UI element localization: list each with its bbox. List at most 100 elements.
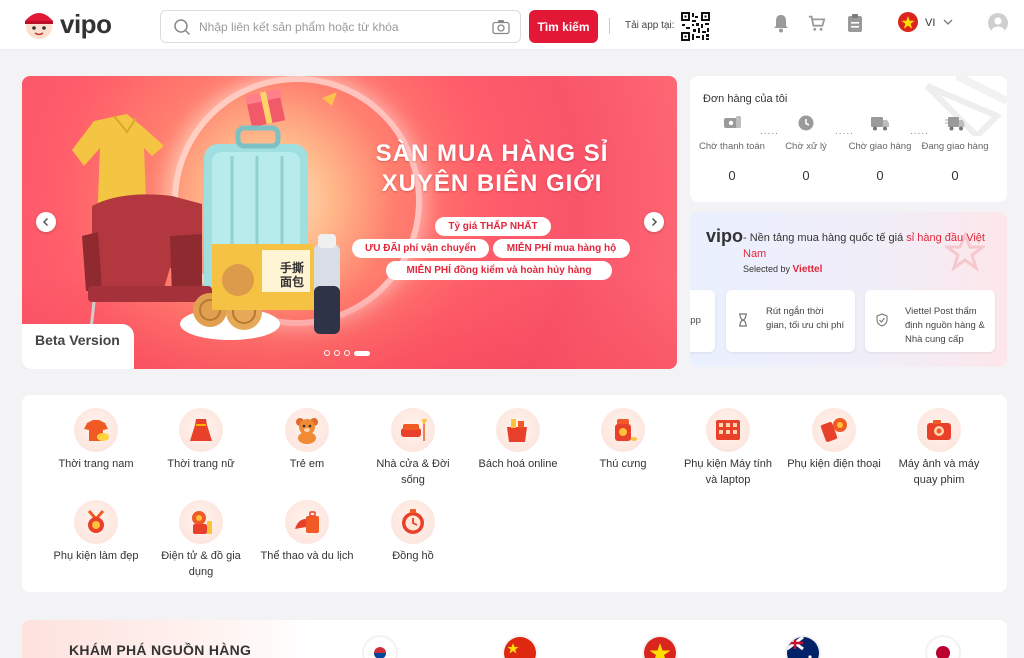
download-app-label: Tải app tại:: [625, 20, 675, 31]
cart-icon[interactable]: [808, 13, 826, 33]
category-kids[interactable]: Trẻ em: [257, 408, 357, 472]
header-divider: [609, 18, 610, 34]
category-beauty-accessories[interactable]: Phụ kiện làm đẹp: [46, 500, 146, 564]
slide-dot-1[interactable]: [324, 350, 330, 356]
banner-title-line1: SÀN MUA HÀNG SỈ: [375, 140, 609, 167]
brand-name: vipo: [60, 8, 112, 39]
explore-sources-title: KHÁM PHÁ NGUỒN HÀNG: [69, 642, 252, 658]
feature-card-verified-supplier[interactable]: Viettel Post thẩm định nguồn hàng & Nhà …: [865, 290, 995, 352]
hourglass-icon: [739, 313, 747, 327]
promo-tagline: - Nền tảng mua hàng quốc tế giá sỉ hàng …: [743, 230, 988, 262]
category-name: Thể thao và du lịch: [260, 550, 354, 562]
order-status-label: Đang giao hàng: [921, 141, 989, 152]
order-status-label: Chờ xử lý: [785, 141, 827, 152]
category-name: Đồng hồ: [392, 550, 434, 562]
pet-food-icon: [615, 419, 637, 441]
promo-tagline-prefix: - Nền tảng mua hàng quốc tế giá: [743, 232, 907, 244]
top-header: vipo Tìm kiếm Tải app tại:: [0, 0, 1024, 50]
category-pets[interactable]: Thú cưng: [573, 408, 673, 472]
slide-dot-4-active[interactable]: [354, 350, 370, 356]
language-selector[interactable]: VI: [925, 17, 935, 29]
order-status-count: 0: [802, 168, 810, 183]
chevron-down-icon[interactable]: [942, 17, 954, 27]
promo-vipo-logo: vipo: [706, 226, 744, 246]
category-name: Nhà cửa & Đời sống: [376, 458, 450, 486]
order-status-awaiting-delivery[interactable]: Chờ giao hàng 0: [840, 114, 920, 183]
category-name: Bách hoá online: [478, 458, 558, 470]
sport-travel-icon: [295, 511, 319, 533]
banner-prev-button[interactable]: [36, 212, 56, 232]
bell-icon[interactable]: [772, 13, 790, 33]
qr-code-icon[interactable]: [680, 11, 711, 42]
benefit-pill-shipping: ƯU ĐÃI phí vận chuyển: [352, 239, 489, 258]
order-status-count: 0: [728, 168, 736, 183]
category-sports-travel[interactable]: Thể thao và du lịch: [257, 500, 357, 564]
slide-dot-3[interactable]: [344, 350, 350, 356]
truck-wait-icon: [871, 117, 889, 131]
category-home-living[interactable]: Nhà cửa & Đời sống: [363, 408, 463, 488]
chevron-right-icon: [651, 217, 658, 227]
category-grocery[interactable]: Bách hoá online: [468, 408, 568, 472]
vietnam-source-flag-icon[interactable]: [644, 637, 676, 658]
selected-by-brand: Viettel: [792, 264, 823, 275]
benefit-pill-exchange-rate: Tỷ giá THẤP NHẤT: [435, 217, 551, 236]
mens-fashion-icon: [84, 420, 109, 441]
order-status-count: 0: [876, 168, 884, 183]
feature-card-save-time[interactable]: Rút ngắn thời gian, tối ưu chi phí: [726, 290, 855, 352]
selected-by-label: Selected by Viettel: [743, 264, 822, 275]
search-input[interactable]: [199, 17, 479, 37]
banner-next-button[interactable]: [644, 212, 664, 232]
category-name: Thú cưng: [599, 458, 647, 470]
category-name: Phụ kiện làm đẹp: [53, 550, 139, 562]
search-icon: [174, 19, 191, 36]
category-mens-fashion[interactable]: Thời trang nam: [46, 408, 146, 472]
clock-icon: [402, 509, 424, 534]
benefit-pill-inspection: MIỄN PHÍ đồng kiểm và hoàn hủy hàng: [386, 261, 612, 280]
my-orders-title: Đơn hàng của tôi: [703, 93, 788, 105]
feature-text: Viettel Post thẩm định nguồn hàng & Nhà …: [905, 306, 985, 345]
my-orders-card: Đơn hàng của tôi Chờ thanh toán 0 ..... …: [690, 76, 1007, 202]
category-watches[interactable]: Đồng hồ: [363, 500, 463, 564]
vipo-logo[interactable]: vipo: [22, 7, 112, 41]
user-avatar[interactable]: [988, 13, 1008, 33]
slide-dot-2[interactable]: [334, 350, 340, 356]
grocery-icon: [507, 419, 527, 442]
camera-icon: [927, 420, 951, 440]
category-electronics-appliances[interactable]: Điện tử & đồ gia dụng: [151, 500, 251, 580]
sofa-lamp-icon: [401, 419, 427, 441]
china-flag-icon[interactable]: [504, 637, 536, 658]
vipo-promo-card: vipo - Nền tảng mua hàng quốc tế giá sỉ …: [690, 212, 1007, 367]
womens-fashion-icon: [190, 419, 212, 441]
category-womens-fashion[interactable]: Thời trang nữ: [151, 408, 251, 472]
order-clipboard-icon[interactable]: [846, 13, 864, 33]
order-status-label: Chờ giao hàng: [848, 141, 912, 152]
category-name: Điện tử & đồ gia dụng: [161, 550, 241, 578]
beta-version-label: Beta Version: [22, 324, 134, 369]
teddy-bear-icon: [296, 418, 318, 444]
banner-title-line2: XUYÊN BIÊN GIỚI: [381, 170, 603, 197]
search-button[interactable]: Tìm kiếm: [529, 10, 598, 43]
phone-accessory-icon: [820, 418, 847, 442]
order-status-delivering[interactable]: Đang giao hàng 0: [915, 114, 995, 183]
feature-card-app[interactable]: app: [690, 290, 715, 352]
order-status-processing[interactable]: Chờ xử lý 0: [766, 114, 846, 183]
vietnam-flag-icon[interactable]: [898, 12, 918, 32]
category-name: Máy ảnh và máy quay phim: [898, 458, 980, 486]
banner-pagination: [324, 350, 370, 356]
category-name: Trẻ em: [289, 458, 325, 470]
australia-flag-icon[interactable]: [787, 637, 819, 658]
category-name: Phụ kiện Máy tính và laptop: [683, 458, 773, 486]
benefit-pill-proxy-buying: MIỄN PHÍ mua hàng hộ: [493, 239, 630, 258]
south-korea-flag-icon[interactable]: [364, 637, 396, 658]
category-phone-accessories[interactable]: Phụ kiện điện thoại: [784, 408, 884, 472]
japan-flag-icon[interactable]: [927, 637, 959, 658]
order-status-label: Chờ thanh toán: [699, 141, 765, 152]
keyboard-icon: [716, 420, 740, 440]
appliance-icon: [192, 511, 212, 534]
camera-search-icon[interactable]: [492, 19, 510, 35]
order-status-awaiting-payment[interactable]: Chờ thanh toán 0: [692, 114, 772, 183]
hero-banner[interactable]: 手撕 面包 SÀN MUA HÀNG SỈ XUYÊN BIÊN GIỚI Tỷ…: [22, 76, 677, 369]
category-computer-accessories[interactable]: Phụ kiện Máy tính và laptop: [678, 408, 778, 488]
svg-text:面包: 面包: [280, 274, 304, 289]
category-cameras[interactable]: Máy ảnh và máy quay phim: [889, 408, 989, 488]
